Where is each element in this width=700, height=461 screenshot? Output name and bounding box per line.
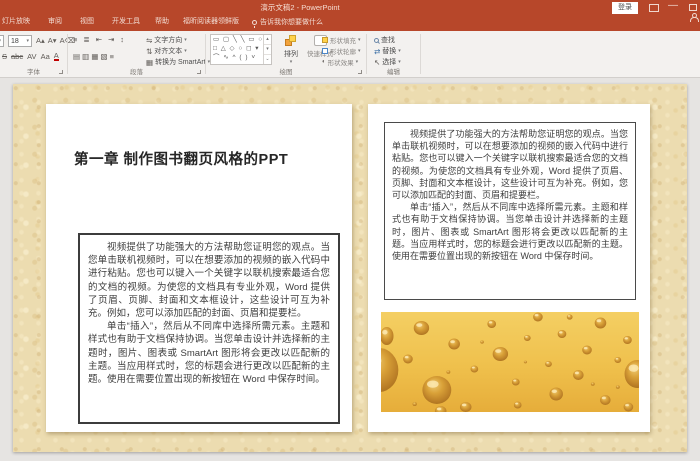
grow-font-icon[interactable]: A▴ [36,36,45,45]
font-size-combo[interactable]: 18 ▾ [8,35,32,47]
chevron-down-icon: ▾ [358,48,361,54]
decrease-indent-icon[interactable]: ⇤ [96,35,102,44]
title-bar: 演示文稿2 - PowerPoint 登录 ˆ — 灯片放映 审阅 视图 开发工… [0,0,700,31]
character-spacing-icon[interactable]: AV [27,52,36,61]
shape-outline-icon [322,48,328,54]
tab-slideshow[interactable]: 灯片放映 [2,14,30,31]
right-book-page[interactable]: 视频提供了功能强大的方法帮助您证明您的观点。当您单击联机视频时，可以在想要添加的… [368,104,650,432]
paragraph-group-label: 段落 [130,69,143,76]
chevron-down-icon: ▾ [26,38,29,44]
chevron-down-icon: ▾ [289,59,293,65]
arrange-icon [289,35,296,42]
arrange-label: 排列 [284,51,298,58]
tell-me-label: 告诉我你想要做什么 [260,19,323,26]
shapes-row[interactable]: ⌒ ∿ ^ ( ) ˅ [211,53,271,62]
window-title: 演示文稿2 - PowerPoint [260,3,340,12]
shapes-gallery[interactable]: ▭ ▢ ╲ ╲ ▭ ○ □ △ ◇ ○ ◻ ▾ ⌒ ∿ ^ ( ) ˅ ▴ ▾ … [210,34,272,65]
shape-effects-icon: ◐ [322,59,326,65]
minimize-button[interactable]: — [668,0,678,11]
left-text-box[interactable]: 视频提供了功能强大的方法帮助您证明您的观点。当您单击联机视频时，可以在想要添加的… [78,233,340,424]
cheese-image[interactable] [381,312,639,412]
lightbulb-icon [252,20,257,28]
find-icon [374,37,379,43]
powerpoint-window: 演示文稿2 - PowerPoint 登录 ˆ — 灯片放映 审阅 视图 开发工… [0,0,700,461]
slide-title[interactable]: 第一章 制作图书翻页风格的PPT [74,148,288,169]
font-name-combo[interactable]: ▾ [0,35,4,47]
shape-fill-label: 形状填充 [330,38,356,45]
font-size-value: 18 [11,37,19,45]
ribbon-display-options-icon[interactable]: ˆ [649,4,659,12]
chevron-down-icon: ▾ [358,37,361,43]
text-direction-icon: ⇋ [146,35,153,45]
shapes-row[interactable]: ▭ ▢ ╲ ╲ ▭ ○ [211,35,271,44]
shape-outline-label: 形状轮廓 [330,49,356,56]
shape-fill-icon [322,37,328,43]
shapes-gallery-scrollbar[interactable]: ▴ ▾ ⌄ [263,35,271,64]
chevron-down-icon: ▾ [355,59,359,65]
body-paragraph: 单击“插入”，然后从不同库中选择所需元素。主题和样式也有助于文档保持协调。当您单… [88,321,330,386]
replace-label: 替换 [382,48,397,55]
left-book-page[interactable]: 第一章 制作图书翻页风格的PPT 视频提供了功能强大的方法帮助您证明您的观点。当… [46,104,352,432]
replace-icon: ⇄ [374,46,381,56]
align-text-label: 对齐文本 [154,48,183,55]
group-divider [420,34,421,74]
slide-canvas: 第一章 制作图书翻页风格的PPT 视频提供了功能强大的方法帮助您证明您的观点。当… [13,84,687,452]
paragraph-dialog-launcher[interactable] [197,70,201,74]
shape-outline-button[interactable]: 形状轮廓 ▾ [322,46,361,56]
line-spacing-icon[interactable]: ↕ [120,35,124,44]
ribbon: ▾ 18 ▾ A▴ A▾ A⌫ S abc AV Aa A 字体 ≡ ≣ ⇤ ⇥… [0,31,700,78]
chevron-down-icon: ▾ [184,37,187,43]
chevron-down-icon: ▾ [0,38,1,44]
chevron-down-icon: ▾ [398,59,401,65]
shapes-row[interactable]: □ △ ◇ ○ ◻ ▾ [211,44,271,53]
body-paragraph: 视频提供了功能强大的方法帮助您证明您的观点。当您单击联机视频时，可以在想要添加的… [392,129,628,201]
find-button[interactable]: 查找 [374,35,395,45]
tab-help[interactable]: 帮助 [155,14,169,31]
tab-foxit[interactable]: 福昕阅读器领鲜版 [183,14,239,31]
tell-me-box[interactable]: 告诉我你想要做什么 [252,14,323,31]
drawing-dialog-launcher[interactable] [358,70,362,74]
font-dialog-launcher[interactable] [59,70,63,74]
right-text-box[interactable]: 视频提供了功能强大的方法帮助您证明您的观点。当您单击联机视频时，可以在想要添加的… [384,122,636,300]
alignment-icons[interactable]: ▤ ▥ ▦ ▧ ≡ [73,52,114,61]
numbering-icon[interactable]: ≣ [83,35,89,44]
strike-abc-icon[interactable]: abc [11,52,23,61]
find-label: 查找 [381,37,395,44]
font-color-icon[interactable]: A [53,52,59,61]
shrink-font-icon[interactable]: A▾ [48,36,57,45]
increase-indent-icon[interactable]: ⇥ [108,35,114,44]
chevron-down-icon: ▾ [184,48,187,54]
tab-review[interactable]: 审阅 [48,14,62,31]
share-person-icon[interactable] [690,13,699,22]
chevron-down-icon: ▾ [398,48,401,54]
scroll-down-icon[interactable]: ▾ [264,45,271,55]
maximize-button[interactable] [689,4,697,11]
align-text-icon: ⇅ [146,46,153,56]
shape-fill-button[interactable]: 形状填充 ▾ [322,35,361,45]
replace-button[interactable]: ⇄ 替换 ▾ [374,46,401,56]
gallery-more-icon[interactable]: ⌄ [264,55,271,64]
body-paragraph: 单击“插入”，然后从不同库中选择所需元素。主题和样式也有助于文档保持协调。当您单… [392,202,628,262]
scroll-up-icon[interactable]: ▴ [264,35,271,45]
bullets-icon[interactable]: ≡ [73,35,77,44]
drawing-group-label: 绘图 [279,69,293,76]
font-group-label: 字体 [27,69,40,76]
arrange-button[interactable]: 排列 ▾ [278,35,304,65]
body-paragraph: 视频提供了功能强大的方法帮助您证明您的观点。当您单击联机视频时，可以在想要添加的… [88,242,330,320]
editing-group-label: 编辑 [387,69,400,76]
text-direction-label: 文字方向 [154,37,183,44]
align-text-button[interactable]: ⇅ 对齐文本 ▾ [146,46,187,56]
strikethrough-icon[interactable]: S [2,52,7,61]
text-direction-button[interactable]: ⇋ 文字方向 ▾ [146,35,187,45]
tab-developer[interactable]: 开发工具 [112,14,140,31]
tab-view[interactable]: 视图 [80,14,94,31]
login-button[interactable]: 登录 [612,2,638,14]
change-case-icon[interactable]: Aa [41,52,50,61]
